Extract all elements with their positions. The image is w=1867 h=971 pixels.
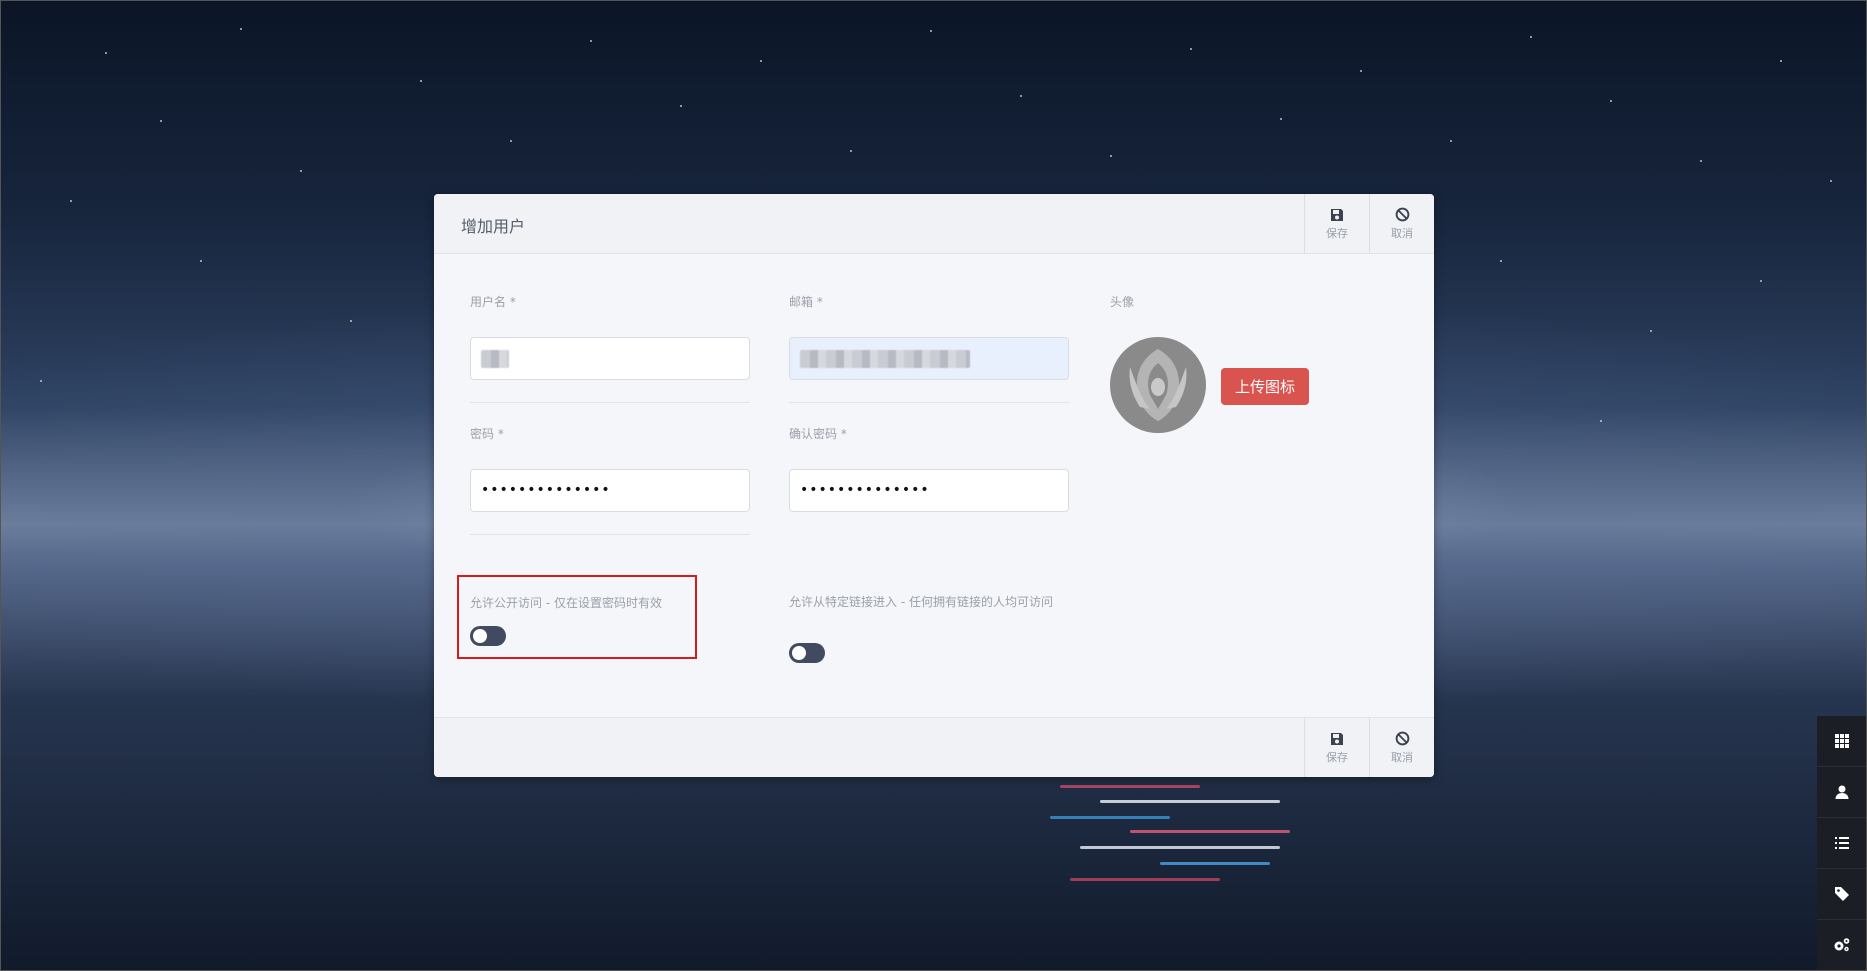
password-input[interactable]: ••••••••••••••: [470, 469, 750, 512]
link-access-toggle[interactable]: [789, 643, 825, 663]
user-icon: [1835, 785, 1849, 799]
gears-icon: [1834, 938, 1850, 952]
water-reflection: [1040, 780, 1340, 900]
save-icon: [1331, 732, 1343, 745]
link-access-label: 允许从特定链接进入 - 任何拥有链接的人均可访问: [789, 595, 1053, 609]
confirm-password-input[interactable]: ••••••••••••••: [789, 469, 1069, 512]
dialog-header: 增加用户 保存 取消: [434, 194, 1434, 254]
email-divider: [789, 402, 1069, 403]
highlight-annotation: [457, 575, 697, 659]
password-label: 密码 *: [470, 427, 504, 441]
avatar-emblem-icon: [1129, 349, 1187, 421]
right-toolbar: [1817, 716, 1867, 971]
list-icon: [1835, 837, 1849, 849]
cancel-label: 取消: [1391, 227, 1413, 240]
password-divider: [470, 534, 750, 535]
sidebar-item-tags[interactable]: [1817, 869, 1867, 920]
cancel-button[interactable]: 取消: [1369, 194, 1434, 254]
username-divider: [470, 402, 750, 403]
email-value-redacted: [800, 350, 970, 368]
sidebar-item-list[interactable]: [1817, 818, 1867, 869]
username-label: 用户名 *: [470, 295, 516, 309]
sidebar-item-settings[interactable]: [1817, 920, 1867, 971]
confirm-password-label: 确认密码 *: [789, 427, 847, 441]
sidebar-item-user[interactable]: [1817, 767, 1867, 818]
avatar: [1110, 337, 1206, 433]
save-label: 保存: [1326, 750, 1348, 764]
email-label: 邮箱 *: [789, 295, 823, 309]
upload-icon-button[interactable]: 上传图标: [1221, 368, 1309, 405]
dialog-footer: 保存 取消: [434, 717, 1434, 777]
ban-icon: [1395, 731, 1409, 746]
save-label: 保存: [1326, 226, 1348, 240]
add-user-dialog: 增加用户 保存 取消 用户名 * 邮箱 * 头像 上传图标 密码 * •••••…: [434, 194, 1434, 777]
avatar-label: 头像: [1110, 295, 1135, 309]
toggle-knob: [792, 646, 806, 660]
tag-icon: [1835, 887, 1849, 901]
email-input[interactable]: [789, 337, 1069, 380]
cancel-label: 取消: [1391, 751, 1413, 764]
grid-icon: [1835, 734, 1849, 748]
username-value-redacted: [481, 350, 509, 368]
dialog-title: 增加用户: [461, 217, 526, 236]
ban-icon: [1395, 207, 1409, 222]
footer-cancel-button[interactable]: 取消: [1369, 718, 1434, 777]
footer-save-button[interactable]: 保存: [1304, 718, 1369, 777]
username-input[interactable]: [470, 337, 750, 380]
save-button[interactable]: 保存: [1304, 194, 1369, 254]
save-icon: [1331, 208, 1343, 221]
sidebar-item-apps[interactable]: [1817, 716, 1867, 767]
